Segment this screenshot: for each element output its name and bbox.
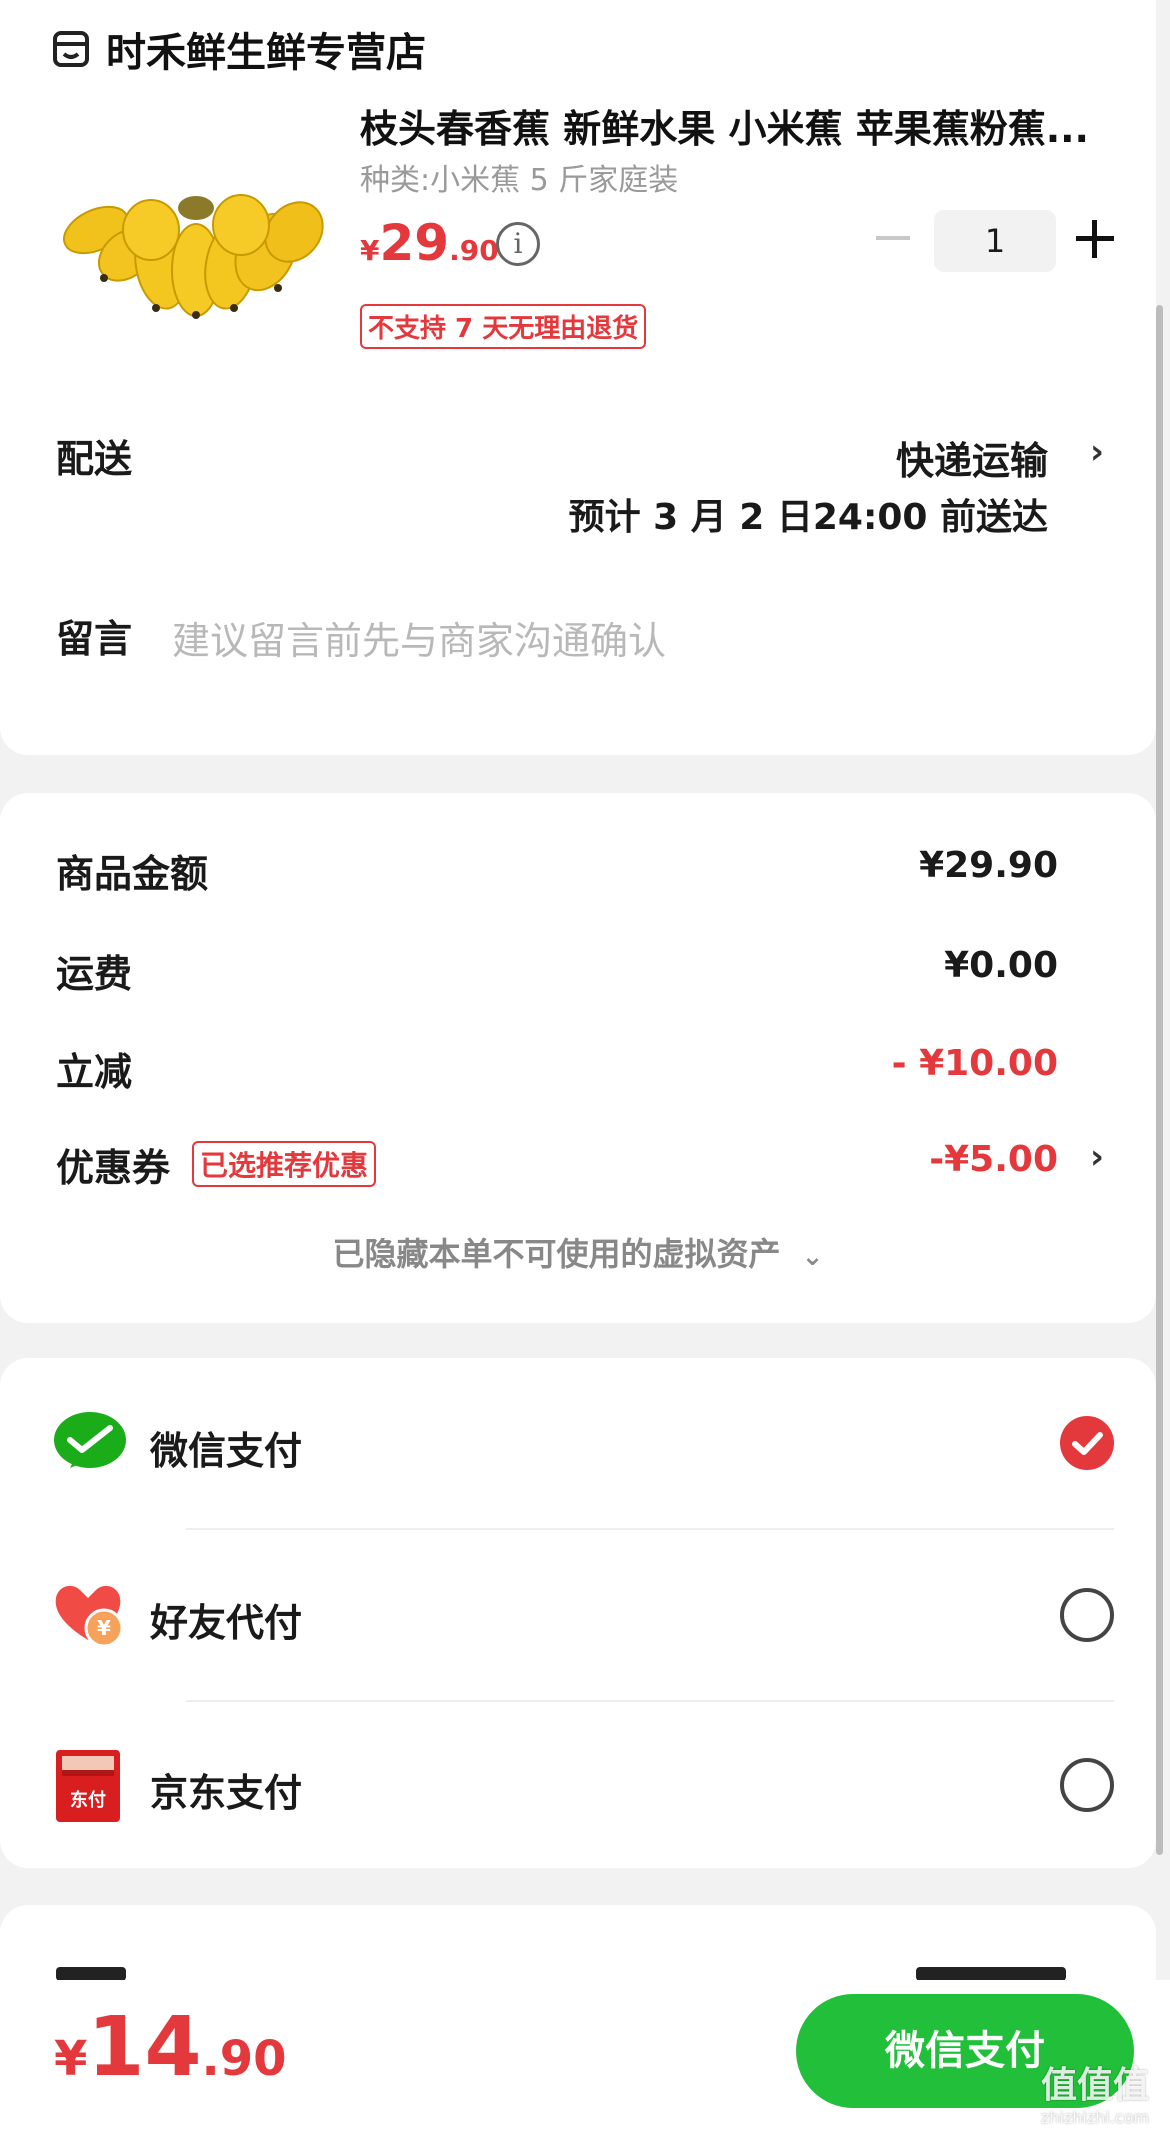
payment-label: 好友代付: [150, 1601, 303, 1645]
message-label: 留言: [56, 617, 133, 661]
return-policy-badge: 不支持 7 天无理由退货: [360, 304, 647, 349]
delivery-chevron-icon[interactable]: ›: [1090, 432, 1104, 472]
order-card: 时禾鲜生鲜专营店 枝头春香蕉 新鲜水果 小米蕉 苹果蕉粉蕉... 种类:小米蕉 …: [0, 0, 1156, 755]
jd-pay-icon: 东付: [56, 1750, 120, 1822]
coupon-label[interactable]: 优惠券: [56, 1137, 170, 1192]
svg-text:¥: ¥: [97, 1616, 111, 1640]
next-row-left: [56, 1967, 126, 1981]
coupon-value[interactable]: -¥5.00: [929, 1139, 1058, 1180]
total-symbol: ¥: [54, 2031, 88, 2087]
radio-unselected[interactable]: [1060, 1588, 1114, 1642]
hidden-assets-toggle[interactable]: 已隐藏本单不可使用的虚拟资产 ⌄: [0, 1229, 1156, 1275]
product-image[interactable]: [56, 160, 326, 320]
goods-amount-label: 商品金额: [56, 852, 209, 896]
radio-unselected[interactable]: [1060, 1758, 1114, 1812]
watermark: 值值值 zhizhizhi.com: [1020, 2056, 1170, 2127]
bottom-bar: ¥14.90 微信支付 值值值 zhizhizhi.com: [0, 1980, 1170, 2139]
friend-pay-icon: ¥: [52, 1580, 128, 1650]
product-variant[interactable]: 种类:小米蕉 5 斤家庭装: [360, 155, 678, 199]
quantity-decrease-button[interactable]: [876, 236, 910, 240]
payment-label: 微信支付: [150, 1429, 303, 1473]
payment-option-jd[interactable]: 东付 京东支付: [0, 1702, 1156, 1868]
radio-selected[interactable]: [1060, 1416, 1114, 1470]
instant-discount-label: 立减: [56, 1050, 133, 1094]
payment-option-wechat[interactable]: 微信支付: [0, 1358, 1156, 1528]
price-symbol: ¥: [360, 234, 380, 267]
wechat-pay-icon: [52, 1410, 128, 1476]
store-header[interactable]: 时禾鲜生鲜专营店: [52, 20, 426, 78]
watermark-logo: 值值值: [1040, 2065, 1149, 2106]
quantity-increase-button[interactable]: [1076, 220, 1114, 258]
hidden-assets-text: 已隐藏本单不可使用的虚拟资产: [332, 1235, 781, 1273]
store-icon: [52, 30, 90, 68]
next-row-right: [916, 1967, 1066, 1981]
price-summary-card: 商品金额 ¥29.90 运费 ¥0.00 立减 - ¥10.00 优惠券 已选推…: [0, 793, 1156, 1323]
payment-option-friend[interactable]: ¥ 好友代付: [0, 1530, 1156, 1700]
goods-amount-value: ¥29.90: [919, 845, 1058, 886]
message-input[interactable]: 建议留言前先与商家沟通确认: [172, 610, 666, 665]
chevron-down-icon: ⌄: [801, 1242, 824, 1272]
scrollbar[interactable]: [1156, 305, 1163, 1855]
delivery-eta: 预计 3 月 2 日24:00 前送达: [568, 497, 1048, 538]
payment-label: 京东支付: [150, 1771, 303, 1815]
instant-discount-value: - ¥10.00: [891, 1043, 1058, 1084]
store-name: 时禾鲜生鲜专营店: [106, 30, 426, 76]
coupon-chevron-icon[interactable]: ›: [1090, 1137, 1104, 1177]
product-price: ¥29.90: [360, 214, 499, 272]
quantity-input[interactable]: 1: [934, 210, 1056, 272]
total-decimal: .90: [201, 2031, 287, 2087]
shipping-label: 运费: [56, 952, 133, 996]
watermark-url: zhizhizhi.com: [1040, 2108, 1150, 2127]
price-integer: 29: [379, 214, 450, 272]
delivery-label: 配送: [56, 437, 133, 481]
total-integer: 14: [87, 2000, 202, 2095]
coupon-tag: 已选推荐优惠: [192, 1141, 377, 1187]
delivery-method[interactable]: 快递运输: [896, 430, 1048, 485]
shipping-value: ¥0.00: [944, 945, 1058, 986]
product-title[interactable]: 枝头春香蕉 新鲜水果 小米蕉 苹果蕉粉蕉...: [360, 98, 1089, 153]
price-decimal: .90: [449, 234, 499, 267]
price-info-icon[interactable]: i: [496, 222, 540, 266]
total-price: ¥14.90: [54, 2000, 287, 2095]
jd-icon-text: 东付: [70, 1790, 106, 1811]
payment-card: 微信支付 ¥ 好友代付 东付 京东支付: [0, 1358, 1156, 1868]
